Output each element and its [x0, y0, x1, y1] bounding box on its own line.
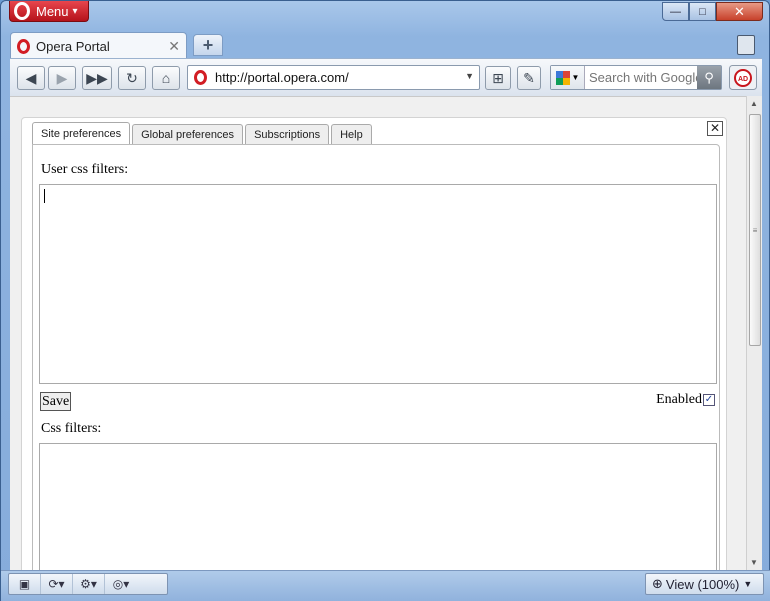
search-box[interactable]: ▼ ⚲	[550, 65, 722, 90]
tab-site-preferences[interactable]: Site preferences	[32, 122, 131, 144]
reload-button[interactable]: ↻	[118, 66, 146, 90]
home-icon: ⌂	[161, 70, 171, 86]
notes-button[interactable]: ✎	[517, 66, 541, 90]
google-icon	[555, 70, 570, 85]
scroll-up-icon[interactable]: ▲	[750, 99, 758, 108]
save-button[interactable]: Save	[40, 392, 72, 411]
tab-global-preferences[interactable]: Global preferences	[132, 124, 244, 144]
back-arrow-icon: ◀	[25, 69, 37, 86]
opera-menu-button[interactable]: Menu ▾	[9, 1, 89, 22]
chevron-down-icon: ▾	[72, 5, 78, 17]
zoom-control[interactable]: ⊕ View (100%) ▼	[645, 573, 764, 595]
navigation-toolbar: ◀ ▶ ▶▶ ↻ ⌂ http://portal.opera.com/ ▼ ⊞ …	[10, 58, 762, 96]
address-url: http://portal.opera.com/	[215, 70, 349, 85]
fast-forward-button[interactable]: ▶▶	[82, 66, 112, 90]
search-input[interactable]	[589, 70, 699, 85]
home-button[interactable]: ⌂	[152, 66, 180, 90]
preferences-tabs: Site preferences Global preferences Subs…	[32, 122, 374, 144]
css-filters-textarea[interactable]	[39, 443, 717, 570]
preferences-dialog: Site preferences Global preferences Subs…	[21, 117, 727, 570]
close-tab-icon[interactable]: ✕	[168, 38, 180, 55]
address-dropdown-icon[interactable]: ▼	[465, 71, 474, 81]
svg-text:AD: AD	[738, 76, 748, 83]
status-bar: ▣ ⟳▾ ⚙▾ ◎▾ ⊕ View (100%) ▼	[1, 570, 770, 601]
tab-opera-portal[interactable]: Opera Portal ✕	[10, 32, 187, 59]
search-engine-selector[interactable]: ▼	[551, 66, 585, 89]
turbo-icon[interactable]: ◎▾	[105, 574, 137, 594]
window-controls: — □ ✕	[662, 2, 763, 21]
close-window-button[interactable]: ✕	[716, 2, 763, 21]
minimize-button[interactable]: —	[662, 2, 689, 21]
chevron-down-icon: ▼	[571, 73, 580, 82]
scroll-down-icon[interactable]: ▼	[750, 558, 758, 567]
user-css-textarea[interactable]	[39, 184, 717, 384]
pencil-icon: ✎	[523, 69, 535, 86]
enabled-checkbox[interactable]: ✓	[703, 394, 715, 406]
opera-logo-icon	[14, 2, 30, 20]
reload-icon: ↻	[126, 69, 138, 86]
sync-icon[interactable]: ⟳▾	[41, 574, 73, 594]
text-caret	[44, 189, 45, 203]
maximize-button[interactable]: □	[689, 2, 716, 21]
grid-icon: ⊞	[492, 69, 504, 86]
zoom-icon: ⊕	[652, 576, 663, 591]
forward-arrow-icon: ▶	[56, 69, 68, 86]
forward-button[interactable]: ▶	[48, 66, 76, 90]
chevron-down-icon: ▼	[743, 579, 753, 589]
speed-dial-button[interactable]: ⊞	[485, 66, 511, 90]
address-bar[interactable]: http://portal.opera.com/ ▼	[187, 65, 480, 90]
fast-forward-icon: ▶▶	[86, 69, 108, 86]
browser-window: Menu ▾ — □ ✕ Opera Portal ✕ + ◀ ▶ ▶▶ ↻ ⌂…	[0, 0, 770, 601]
menu-label: Menu	[36, 3, 69, 19]
status-tools: ▣ ⟳▾ ⚙▾ ◎▾	[8, 573, 168, 595]
panel-toggle-icon[interactable]: ▣	[9, 574, 41, 594]
enabled-toggle[interactable]: Enabled ✓	[656, 392, 715, 408]
site-favicon-icon	[194, 70, 207, 85]
dialog-close-button[interactable]: ✕	[707, 121, 723, 136]
new-tab-button[interactable]: +	[193, 34, 223, 56]
css-filters-label: Css filters:	[41, 421, 102, 436]
tab-help[interactable]: Help	[331, 124, 372, 144]
enabled-label: Enabled	[656, 392, 702, 407]
zoom-label: View (100%)	[665, 576, 740, 592]
trash-icon[interactable]	[737, 35, 755, 55]
search-icon[interactable]: ⚲	[697, 66, 721, 89]
back-button[interactable]: ◀	[17, 66, 45, 90]
tab-title: Opera Portal	[36, 38, 110, 54]
adblock-icon[interactable]: AD	[729, 65, 757, 90]
unite-icon[interactable]: ⚙▾	[73, 574, 105, 594]
vertical-scrollbar[interactable]: ▲ ≡ ▼	[746, 96, 762, 570]
opera-favicon-icon	[17, 38, 30, 54]
tab-subscriptions[interactable]: Subscriptions	[245, 124, 330, 144]
scrollbar-thumb[interactable]: ≡	[749, 114, 761, 346]
site-preferences-panel: User css filters: Save Enabled ✓ Css fil…	[32, 144, 720, 570]
page-content: Site preferences Global preferences Subs…	[10, 96, 746, 570]
user-css-label: User css filters:	[41, 162, 129, 177]
